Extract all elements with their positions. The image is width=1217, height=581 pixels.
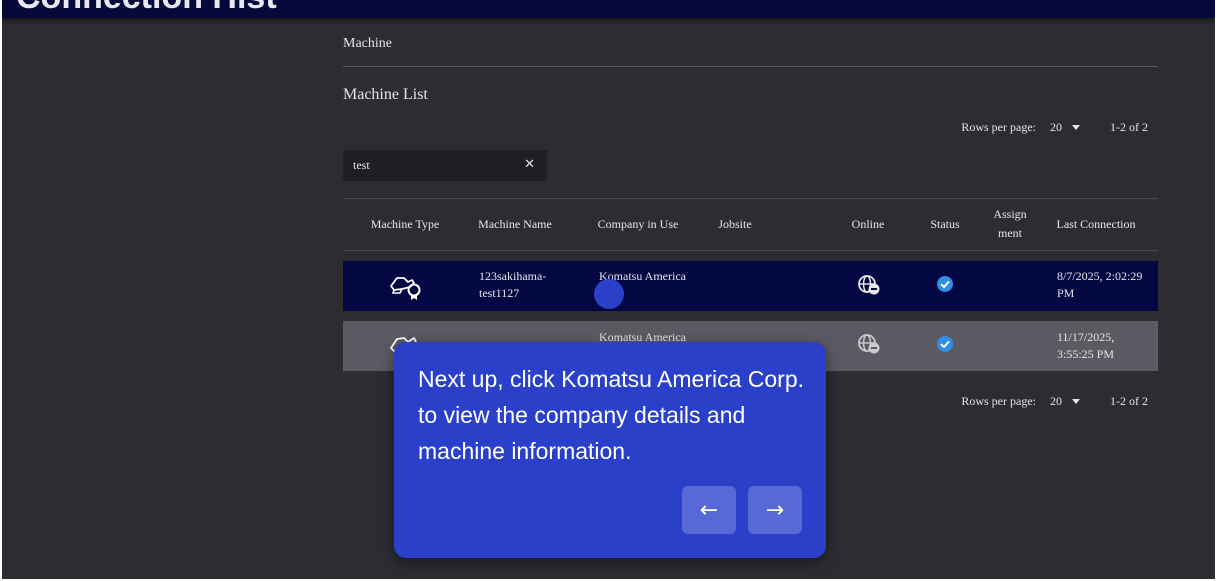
last-connection-cell: 8/7/2025, 2:02:29 PM [1057,268,1142,302]
arrow-right-icon: → [765,497,785,523]
last-connection-cell: 11/17/2025, 3:55:25 PM [1057,329,1114,363]
tour-tooltip: Next up, click Komatsu America Corp. to … [394,342,826,558]
tour-prev-button[interactable]: ← [682,486,736,534]
breadcrumb[interactable]: Machine [343,36,392,52]
rows-per-page-value: 20 [1050,394,1062,408]
machine-name-line1: 123sakihama- [479,269,547,283]
arrow-left-icon: ← [699,497,719,523]
column-header-last-connection[interactable]: Last Connection [1046,215,1146,234]
column-header-machine-name[interactable]: Machine Name [470,215,560,234]
globe-offline-icon [857,333,881,360]
pagination-top: Rows per page: 20 1-2 of 2 [961,120,1148,135]
rows-per-page-value: 20 [1050,120,1062,134]
caret-down-icon [1072,125,1080,130]
last-connection-line2: 3:55:25 PM [1057,347,1115,361]
app-title: Connection Hist [16,0,277,17]
check-circle-icon [936,275,954,298]
column-header-company[interactable]: Company in Use [590,215,686,234]
column-header-assignment-line1: Assign [993,207,1027,221]
close-icon[interactable]: ✕ [524,157,535,172]
rows-per-page-select[interactable]: 20 [1050,120,1080,135]
rows-per-page-label: Rows per page: [961,120,1036,134]
caret-down-icon [1072,399,1080,404]
table-header-top-border [343,198,1158,199]
rows-per-page-select[interactable]: 20 [1050,394,1080,409]
last-connection-line1: 8/7/2025, 2:02:29 [1057,269,1143,283]
section-title: Machine List [343,86,428,103]
column-header-assignment[interactable]: Assign ment [982,205,1038,243]
column-header-jobsite[interactable]: Jobsite [705,215,765,234]
table-row[interactable] [343,261,1158,311]
last-connection-line2: PM [1057,286,1075,300]
search-input[interactable] [343,150,513,181]
tour-pointer-dot [594,279,624,309]
column-header-online[interactable]: Online [840,215,896,234]
rows-per-page-label: Rows per page: [961,394,1036,408]
column-header-status[interactable]: Status [920,215,970,234]
table-header-bottom-border [343,250,1158,251]
pagination-range: 1-2 of 2 [1110,120,1148,134]
search-box: ✕ [343,150,547,181]
tour-tooltip-text: Next up, click Komatsu America Corp. to … [418,366,805,464]
app-window: Connection Hist Machine Machine List Row… [2,0,1215,579]
top-app-bar: Connection Hist [2,0,1215,18]
machine-name-cell[interactable]: 123sakihama- test1127 [479,268,546,302]
check-circle-icon [936,335,954,358]
column-header-machine-type[interactable]: Machine Type [360,215,450,234]
last-connection-line1: 11/17/2025, [1057,330,1115,344]
tour-next-button[interactable]: → [748,486,802,534]
excavator-badge-icon [388,271,422,306]
machine-name-line2: test1127 [479,286,520,300]
pagination-range: 1-2 of 2 [1110,394,1148,408]
globe-offline-icon [857,274,881,301]
divider [343,66,1158,67]
column-header-assignment-line2: ment [998,226,1022,240]
pagination-bottom: Rows per page: 20 1-2 of 2 [961,394,1148,409]
